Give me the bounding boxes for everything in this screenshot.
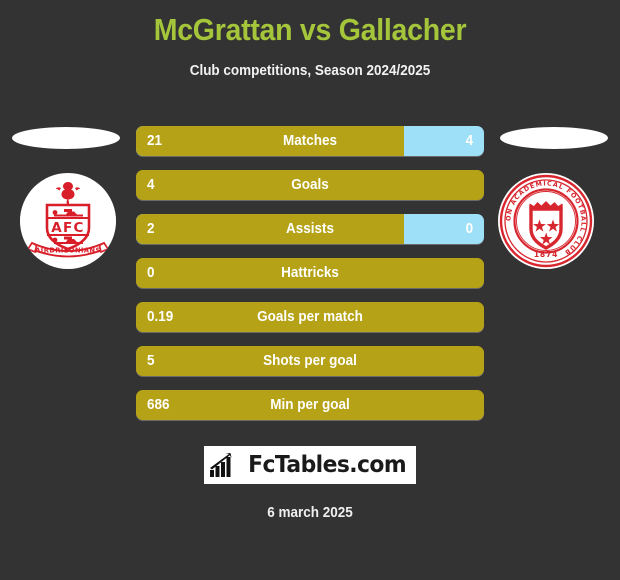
bar-chart-arrow-icon xyxy=(210,452,232,477)
stat-rows: 21 Matches 4 4 Goals 2 Assists 0 0 Hattr… xyxy=(136,126,484,434)
stat-label: Min per goal xyxy=(270,397,350,413)
fctables-logo[interactable]: FcTables.com xyxy=(204,446,416,484)
decorative-ellipse-left xyxy=(12,127,120,149)
stat-label: Shots per goal xyxy=(263,353,357,369)
report-date: 6 march 2025 xyxy=(267,505,353,521)
crest-founded-year: 1874 xyxy=(534,250,558,259)
away-value: 4 xyxy=(465,133,473,149)
stat-row-goals: 4 Goals xyxy=(136,170,484,200)
stat-label: Goals per match xyxy=(257,309,363,325)
decorative-ellipse-right xyxy=(500,127,608,149)
stat-row-hattricks: 0 Hattricks xyxy=(136,258,484,288)
page-title: McGrattan vs Gallacher xyxy=(153,12,467,47)
hamilton-academical-crest-icon: HAMILTON ACADEMICAL FOOTBALL CLUB 1874 xyxy=(498,173,593,268)
away-value: 0 xyxy=(465,221,473,237)
stat-label: Matches xyxy=(283,133,337,149)
crest-ribbon-text: AIRDRIEONIANS xyxy=(35,247,101,255)
page-subtitle: Club competitions, Season 2024/2025 xyxy=(189,63,431,79)
stat-label: Hattricks xyxy=(281,265,339,281)
stat-row-assists: 2 Assists 0 xyxy=(136,214,484,244)
stat-row-min-per-goal: 686 Min per goal xyxy=(136,390,484,420)
fctables-logo-text: FcTables.com xyxy=(248,452,407,478)
stat-comparison-page: McGrattan vs Gallacher Club competitions… xyxy=(0,0,620,580)
airdrieonians-afc-badge: AFC AIRDRIEONIANS xyxy=(20,173,116,269)
airdrieonians-crest-icon: AFC AIRDRIEONIANS xyxy=(20,175,116,267)
stat-row-goals-per-match: 0.19 Goals per match xyxy=(136,302,484,332)
stat-label: Goals xyxy=(291,177,329,193)
stat-label: Assists xyxy=(286,221,334,237)
stat-row-matches: 21 Matches 4 xyxy=(136,126,484,156)
hamilton-academical-badge: HAMILTON ACADEMICAL FOOTBALL CLUB 1874 xyxy=(498,173,594,269)
crest-afc-text: AFC xyxy=(51,220,84,236)
stat-row-shots-per-goal: 5 Shots per goal xyxy=(136,346,484,376)
